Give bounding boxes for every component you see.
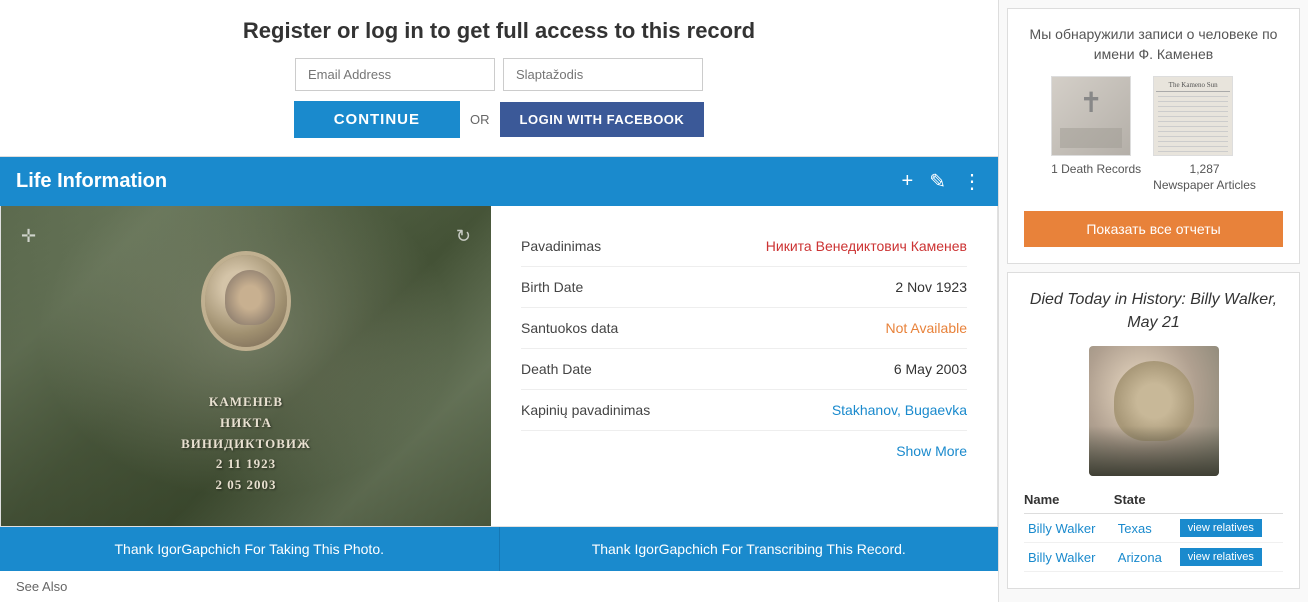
register-inputs	[20, 58, 978, 91]
relative-state[interactable]: Texas	[1118, 521, 1152, 536]
more-icon[interactable]: ⋮	[962, 169, 982, 194]
sidebar: Мы обнаружили записи о человеке по имени…	[998, 0, 1308, 602]
value-birth: 2 Nov 1923	[895, 279, 967, 295]
label-death: Death Date	[521, 361, 592, 377]
view-relatives-button[interactable]: view relatives	[1180, 519, 1262, 537]
value-santuokos: Not Available	[886, 320, 967, 336]
records-row: 1 Death Records 1,287 Newspaper Articles	[1024, 76, 1283, 193]
label-cemetery: Kapinių pavadinimas	[521, 402, 650, 418]
value-pavadinimas: Никита Венедиктович Каменев	[766, 238, 967, 254]
info-row-cemetery: Kapinių pavadinimas Stakhanov, Bugaevka	[521, 390, 967, 431]
life-info-header: Life Information + ✎ ⋮	[0, 157, 998, 206]
col-state: State	[1114, 488, 1176, 514]
label-pavadinimas: Pavadinimas	[521, 238, 601, 254]
death-record-img	[1052, 76, 1130, 156]
show-all-button[interactable]: Показать все отчеты	[1024, 211, 1283, 247]
thank-photo-button[interactable]: Thank IgorGapchich For Taking This Photo…	[0, 527, 500, 571]
newspaper-img	[1154, 76, 1232, 156]
life-info-title: Life Information	[16, 170, 167, 193]
records-section: Мы обнаружили записи о человеке по имени…	[1007, 8, 1300, 264]
register-title: Register or log in to get full access to…	[20, 18, 978, 44]
death-record-item[interactable]: 1 Death Records	[1051, 76, 1141, 193]
died-today-photo	[1089, 346, 1219, 476]
edit-icon[interactable]: ✎	[929, 169, 946, 194]
see-also: See Also	[0, 571, 998, 602]
death-record-thumb	[1051, 76, 1131, 156]
relatives-table: Name State Billy Walker Texas view relat…	[1024, 488, 1283, 572]
facebook-login-button[interactable]: LOGIN WITH FACEBOOK	[500, 102, 705, 137]
value-cemetery: Stakhanov, Bugaevka	[832, 402, 967, 418]
grave-text: КАМЕНЕВНИКТАВИНИДИКТОВИЖ2 11 19232 05 20…	[181, 392, 311, 496]
relative-name[interactable]: Billy Walker	[1028, 521, 1095, 536]
died-today-title: Died Today in History: Billy Walker, May…	[1024, 289, 1283, 334]
thank-buttons: Thank IgorGapchich For Taking This Photo…	[0, 527, 998, 571]
grave-photo: ✛ ↻ КАМЕНЕВНИКТАВИНИДИКТОВИЖ2 11 19232 0…	[1, 206, 491, 526]
label-birth: Birth Date	[521, 279, 583, 295]
info-section: Pavadinimas Никита Венедиктович Каменев …	[491, 206, 997, 526]
info-row-pavadinimas: Pavadinimas Никита Венедиктович Каменев	[521, 226, 967, 267]
newspaper-record-item[interactable]: 1,287 Newspaper Articles	[1153, 76, 1256, 193]
photo-section: ✛ ↻ КАМЕНЕВНИКТАВИНИДИКТОВИЖ2 11 19232 0…	[1, 206, 491, 526]
register-actions: CONTINUE OR LOGIN WITH FACEBOOK	[20, 101, 978, 138]
add-icon[interactable]: +	[902, 170, 914, 193]
death-record-label: 1 Death Records	[1051, 162, 1141, 178]
newspaper-record-thumb	[1153, 76, 1233, 156]
table-row: Billy Walker Arizona view relatives	[1024, 543, 1283, 572]
info-row-santuokos: Santuokos data Not Available	[521, 308, 967, 349]
died-today-section: Died Today in History: Billy Walker, May…	[1007, 272, 1300, 589]
header-icons: + ✎ ⋮	[902, 169, 982, 194]
continue-button[interactable]: CONTINUE	[294, 101, 460, 138]
col-name: Name	[1024, 488, 1114, 514]
records-title: Мы обнаружили записи о человеке по имени…	[1024, 25, 1283, 64]
newspaper-record-label: 1,287 Newspaper Articles	[1153, 162, 1256, 193]
password-field[interactable]	[503, 58, 703, 91]
email-field[interactable]	[295, 58, 495, 91]
info-row-birth: Birth Date 2 Nov 1923	[521, 267, 967, 308]
life-info-body: ✛ ↻ КАМЕНЕВНИКТАВИНИДИКТОВИЖ2 11 19232 0…	[0, 206, 998, 527]
grave-portrait-inner	[205, 255, 287, 347]
cross-icon: ✛	[21, 226, 36, 247]
label-santuokos: Santuokos data	[521, 320, 618, 336]
relative-name[interactable]: Billy Walker	[1028, 550, 1095, 565]
view-relatives-button[interactable]: view relatives	[1180, 548, 1262, 566]
show-more-row: Show More	[521, 431, 967, 471]
thank-transcribe-button[interactable]: Thank IgorGapchich For Transcribing This…	[500, 527, 999, 571]
or-text: OR	[470, 112, 490, 127]
register-bar: Register or log in to get full access to…	[0, 0, 998, 157]
refresh-icon[interactable]: ↻	[456, 226, 471, 247]
relative-state[interactable]: Arizona	[1118, 550, 1162, 565]
see-also-text: See Also	[16, 579, 67, 594]
col-action	[1176, 488, 1283, 514]
grave-portrait	[201, 251, 291, 351]
show-more-link[interactable]: Show More	[896, 443, 967, 459]
table-row: Billy Walker Texas view relatives	[1024, 514, 1283, 543]
value-death: 6 May 2003	[894, 361, 967, 377]
info-row-death: Death Date 6 May 2003	[521, 349, 967, 390]
